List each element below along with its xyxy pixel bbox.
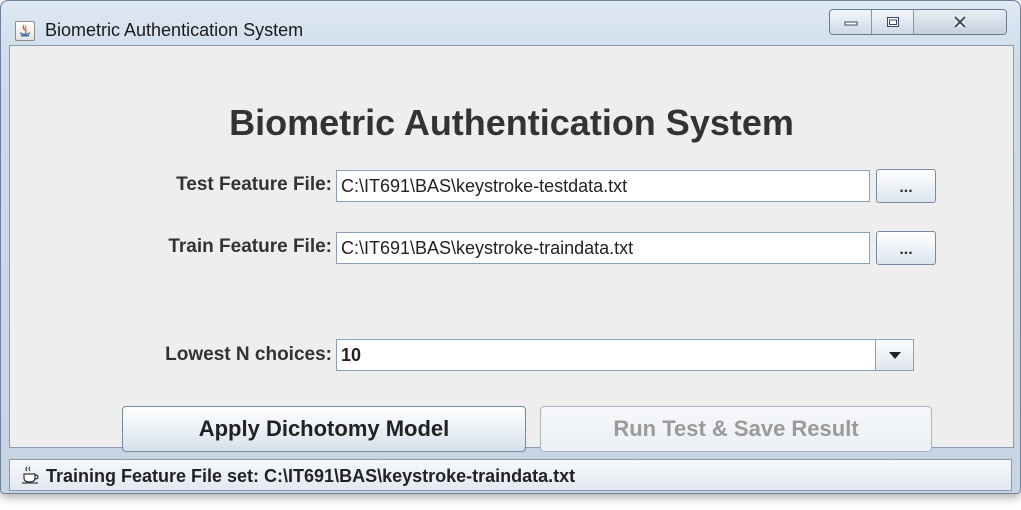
close-button[interactable] — [914, 10, 1006, 34]
title-bar[interactable]: Biometric Authentication System — [1, 1, 1020, 45]
window-title: Biometric Authentication System — [45, 20, 304, 40]
java-cup-icon — [22, 466, 39, 484]
train-file-label: Train Feature File: — [168, 236, 332, 257]
page-title: Biometric Authentication System — [229, 102, 794, 143]
application-window: Biometric Authentication System Biometri… — [0, 0, 1021, 494]
lowest-n-dropdown[interactable]: 10 — [336, 339, 914, 371]
main-panel: Biometric Authentication System Test Fea… — [9, 45, 1014, 452]
maximize-button[interactable] — [872, 10, 914, 34]
test-file-input[interactable] — [336, 170, 870, 202]
minimize-button[interactable] — [830, 10, 872, 34]
lowest-n-value: 10 — [341, 345, 362, 365]
train-file-browse-button[interactable]: ... — [876, 231, 936, 265]
minimize-icon — [844, 21, 857, 26]
dropdown-arrow-button[interactable] — [875, 340, 913, 370]
train-file-input[interactable] — [336, 232, 870, 264]
test-file-label: Test Feature File: — [176, 174, 332, 195]
apply-dichotomy-model-button[interactable]: Apply Dichotomy Model — [122, 406, 526, 452]
lowest-n-label: Lowest N choices: — [165, 344, 332, 365]
status-bar: Training Feature File set: C:\IT691\BAS\… — [9, 459, 1012, 491]
chevron-down-icon — [889, 352, 901, 359]
maximize-icon — [886, 17, 899, 27]
test-file-browse-button[interactable]: ... — [876, 169, 936, 203]
close-icon — [953, 15, 967, 29]
java-app-icon[interactable] — [15, 21, 35, 41]
run-test-save-result-button[interactable]: Run Test & Save Result — [540, 406, 932, 452]
status-text: Training Feature File set: C:\IT691\BAS\… — [46, 466, 576, 486]
window-controls — [829, 9, 1007, 35]
